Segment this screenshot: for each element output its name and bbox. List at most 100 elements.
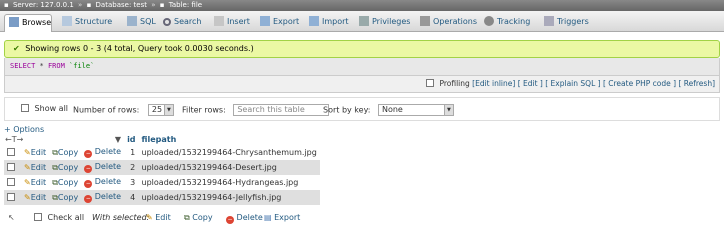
tab-triggers[interactable]: Triggers (540, 14, 589, 32)
row-edit-label: Edit (30, 193, 47, 202)
row-edit-button[interactable]: ✎Edit (21, 145, 50, 160)
row-edit-label: Edit (30, 148, 47, 157)
show-all-group: Show all (21, 104, 68, 113)
row-checkbox[interactable] (7, 193, 15, 201)
options-link[interactable]: + Options (4, 125, 44, 134)
bulk-edit-button[interactable]: ✎ Edit (146, 213, 171, 222)
table-header-row: ←T→ ▼ id filepath (4, 134, 320, 145)
row-delete-button[interactable]: − Delete (81, 190, 125, 205)
refresh-link[interactable]: [ Refresh] (678, 79, 715, 88)
row-checkbox-cell (4, 190, 21, 205)
row-delete-label: Delete (94, 147, 122, 156)
result-message: Showing rows 0 - 3 (4 total, Query took … (25, 44, 254, 53)
row-checkbox[interactable] (7, 148, 15, 156)
filter-group: Filter rows: Search this table (182, 104, 330, 116)
pencil-icon: ✎ (24, 163, 31, 172)
tab-label: Insert (227, 17, 250, 26)
row-checkbox[interactable] (7, 178, 15, 186)
breadcrumb-database[interactable]: Database: test (96, 1, 147, 9)
row-delete-button[interactable]: − Delete (81, 160, 125, 175)
tab-label: Export (273, 17, 300, 26)
tab-export[interactable]: Export (256, 14, 299, 32)
tab-operations[interactable]: Operations (416, 14, 477, 32)
profiling-checkbox[interactable] (426, 79, 435, 87)
tab-import[interactable]: Import (305, 14, 349, 32)
delete-icon: − (84, 195, 93, 203)
row-edit-button[interactable]: ✎Edit (21, 175, 50, 190)
show-all-label: Show all (34, 104, 69, 113)
import-icon (309, 16, 319, 26)
browse-icon (9, 17, 19, 27)
explain-sql-link[interactable]: [ Explain SQL ] (545, 79, 600, 88)
column-arrows[interactable]: ←T→ (5, 135, 23, 144)
tab-structure[interactable]: Structure (58, 14, 112, 32)
table-row: ✎Edit ⧉Copy − Delete 3 uploaded/1532199464-H… (4, 175, 320, 190)
row-copy-label: Copy (57, 162, 79, 172)
tab-sql[interactable]: SQL (123, 14, 156, 32)
bulk-delete-button[interactable]: − Delete (226, 213, 263, 224)
tab-browse[interactable]: Browse (4, 14, 52, 32)
breadcrumb-table[interactable]: Table: file (169, 1, 202, 9)
bulk-delete-label: Delete (236, 213, 263, 222)
row-edit-label: Edit (30, 163, 47, 172)
row-copy-button[interactable]: ⧉Copy (49, 145, 82, 160)
show-all-checkbox[interactable] (21, 104, 29, 112)
row-edit-button[interactable]: ✎Edit (21, 160, 50, 175)
row-copy-button[interactable]: ⧉Copy (49, 190, 82, 205)
dropdown-arrow-icon: ▼ (163, 105, 173, 115)
bulk-edit-label: Edit (155, 213, 171, 222)
check-all-checkbox[interactable] (34, 213, 42, 221)
database-icon: ▪ (86, 1, 92, 9)
tab-label: Tracking (497, 17, 531, 26)
pencil-icon: ✎ (146, 213, 153, 222)
pencil-icon: ✎ (24, 178, 31, 187)
create-php-link[interactable]: [ Create PHP code ] (603, 79, 676, 88)
sort-select[interactable]: None ▼ (377, 104, 454, 116)
breadcrumb-separator: » (78, 1, 83, 9)
search-icon (163, 18, 171, 26)
row-edit-button[interactable]: ✎Edit (21, 190, 50, 205)
cell-filepath: uploaded/1532199464-Chrysanthemum.jpg (138, 145, 320, 160)
rows-select[interactable]: 25 ▼ (147, 104, 174, 116)
tab-privileges[interactable]: Privileges (355, 14, 410, 32)
pencil-icon: ✎ (24, 193, 31, 202)
copy-icon: ⧉ (184, 213, 190, 222)
row-copy-label: Copy (57, 147, 79, 157)
breadcrumb-server[interactable]: Server: 127.0.0.1 (13, 1, 74, 9)
sql-star: * (35, 62, 48, 70)
bulk-export-label: Export (274, 213, 301, 222)
edit-sql-link[interactable]: [ Edit ] (518, 79, 543, 88)
edit-inline-link[interactable]: [Edit inline] (472, 79, 515, 88)
delete-icon: − (226, 216, 234, 224)
check-all-label[interactable]: Check all (48, 213, 85, 222)
tab-label: Triggers (557, 17, 589, 26)
with-selected-label: With selected: (92, 213, 150, 222)
pencil-icon: ✎ (24, 148, 31, 157)
bulk-copy-button[interactable]: ⧉ Copy (184, 213, 213, 223)
filter-input[interactable]: Search this table (233, 104, 330, 116)
tab-label: Privileges (372, 17, 411, 26)
row-delete-button[interactable]: − Delete (81, 145, 125, 160)
row-delete-label: Delete (94, 162, 122, 171)
row-copy-button[interactable]: ⧉Copy (49, 175, 82, 190)
row-delete-label: Delete (94, 192, 122, 201)
bulk-export-button[interactable]: ▤ Export (264, 213, 300, 222)
sort-arrow-icon[interactable]: ▼ (115, 135, 121, 144)
row-checkbox-cell (4, 160, 21, 175)
cell-id: 2 (124, 160, 139, 175)
tracking-icon (484, 16, 494, 26)
row-copy-button[interactable]: ⧉Copy (49, 160, 82, 175)
column-header-id[interactable]: id (124, 134, 138, 145)
cell-filepath: uploaded/1532199464-Desert.jpg (138, 160, 320, 175)
tab-search[interactable]: Search (159, 14, 201, 32)
row-delete-button[interactable]: − Delete (81, 175, 125, 190)
tab-tracking[interactable]: Tracking (480, 14, 530, 32)
tab-insert[interactable]: Insert (210, 14, 250, 32)
row-delete-label: Delete (94, 177, 122, 186)
delete-icon: − (84, 165, 93, 173)
delete-icon: − (84, 150, 93, 158)
column-header-filepath[interactable]: filepath (139, 134, 320, 145)
arrow-up-icon: ↖ (8, 213, 15, 222)
row-checkbox[interactable] (7, 163, 15, 171)
sql-keyword-select: SELECT (10, 62, 36, 70)
